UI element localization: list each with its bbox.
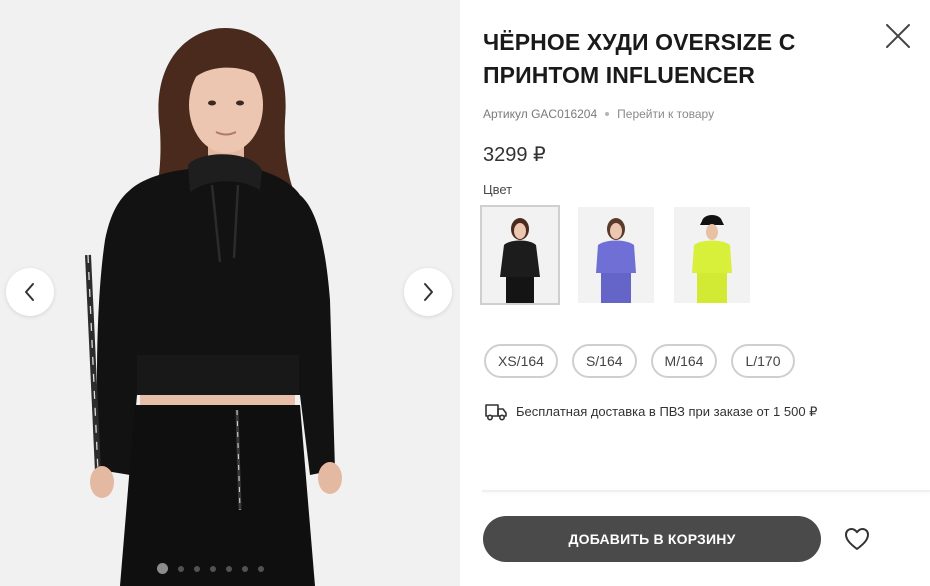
size-option-m[interactable]: M/164 <box>650 344 718 378</box>
gallery-dot-active[interactable] <box>157 563 168 574</box>
color-swatches <box>480 205 750 305</box>
size-option-s[interactable]: S/164 <box>571 344 637 378</box>
gallery-prev-button[interactable] <box>6 268 54 316</box>
gallery-dot[interactable] <box>258 565 264 572</box>
size-options: XS/164 S/164 M/164 L/170 <box>484 344 795 378</box>
chevron-left-icon <box>25 283 34 301</box>
add-to-cart-button[interactable]: ДОБАВИТЬ В КОРЗИНУ <box>483 516 821 562</box>
gallery-dot[interactable] <box>178 565 184 572</box>
gallery-dot[interactable] <box>226 565 232 572</box>
sku-label: Артикул <box>483 107 528 121</box>
divider <box>482 490 930 492</box>
gallery-dot[interactable] <box>194 565 200 572</box>
delivery-info: Бесплатная доставка в ПВЗ при заказе от … <box>484 402 817 422</box>
gallery-dot[interactable] <box>242 565 248 572</box>
product-title: ЧЁРНОЕ ХУДИ OVERSIZE С ПРИНТОМ INFLUENCE… <box>483 29 796 88</box>
color-swatch-lime[interactable] <box>674 207 750 303</box>
delivery-text: Бесплатная доставка в ПВЗ при заказе от … <box>516 404 818 419</box>
go-to-product-link[interactable]: Перейти к товару <box>617 107 714 121</box>
heart-icon[interactable] <box>843 525 871 553</box>
truck-icon <box>485 404 507 421</box>
product-gallery <box>0 0 460 586</box>
swatch-image-black <box>482 207 558 303</box>
swatch-image-lime <box>674 207 750 303</box>
gallery-dot[interactable] <box>210 565 216 572</box>
product-meta: Артикул GAC016204 Перейти к товару <box>483 107 714 121</box>
swatch-image-violet <box>578 207 654 303</box>
sku-value: GAC016204 <box>531 107 598 121</box>
product-price: 3299 ₽ <box>483 144 546 166</box>
chevron-right-icon <box>424 283 433 301</box>
separator-dot <box>605 112 610 116</box>
close-icon[interactable] <box>884 22 912 50</box>
product-info-panel: ЧЁРНОЕ ХУДИ OVERSIZE С ПРИНТОМ INFLUENCE… <box>460 0 930 586</box>
product-photo <box>0 0 460 586</box>
color-swatch-black[interactable] <box>480 205 560 305</box>
gallery-pagination <box>157 563 264 574</box>
gallery-next-button[interactable] <box>404 268 452 316</box>
size-option-xs[interactable]: XS/164 <box>484 344 558 378</box>
color-label: Цвет <box>483 182 513 197</box>
size-option-l[interactable]: L/170 <box>731 344 795 378</box>
color-swatch-violet[interactable] <box>578 207 654 303</box>
